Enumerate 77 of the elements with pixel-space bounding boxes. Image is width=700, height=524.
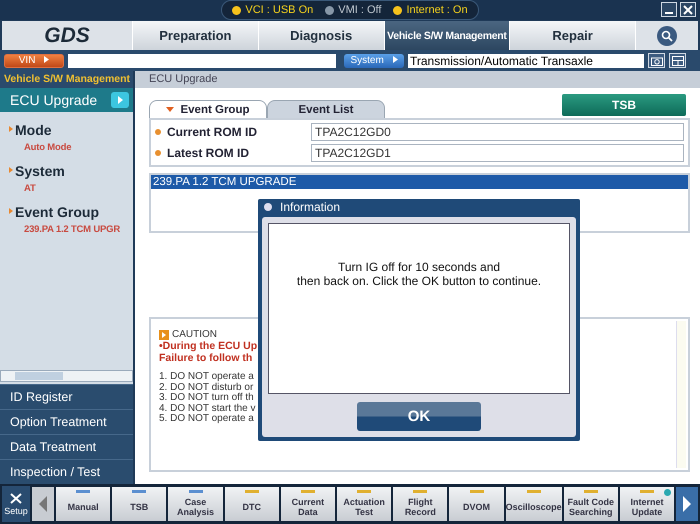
- caret-left-icon: [38, 495, 48, 513]
- field-label: Latest ROM ID: [167, 146, 250, 160]
- field-label: Current ROM ID: [167, 125, 258, 139]
- toolbar-button[interactable]: Fault Code Searching: [564, 487, 618, 521]
- rom-id-field[interactable]: TPA2C12GD1: [311, 144, 684, 162]
- setup-button[interactable]: Setup: [2, 486, 30, 522]
- search-icon: [661, 30, 673, 42]
- status-label: VCI : USB On: [245, 4, 314, 16]
- sidebar-item[interactable]: ID Register: [0, 384, 133, 409]
- caution-line: 5. DO NOT operate a: [159, 414, 254, 424]
- sidebar-item[interactable]: Inspection / Test: [0, 459, 133, 484]
- rom-id-field[interactable]: TPA2C12GD0: [311, 123, 684, 141]
- info-value: 239.PA 1.2 TCM UPGR: [23, 223, 121, 235]
- nav-tab[interactable]: Repair: [509, 21, 635, 50]
- dialog-message: then back on. Click the OK button to continue.: [296, 274, 542, 288]
- dialog-title: Information: [280, 200, 340, 214]
- scroll-right-button[interactable]: [676, 487, 698, 521]
- caution-title: CAUTION: [172, 329, 217, 340]
- logo: GDS: [43, 22, 91, 48]
- system-button[interactable]: System: [344, 54, 404, 68]
- toolbar-button[interactable]: Oscilloscope: [506, 487, 562, 521]
- info-value: AT: [23, 182, 37, 194]
- sidebar-item[interactable]: Option Treatment: [0, 409, 133, 434]
- tab[interactable]: Event Group: [149, 100, 267, 118]
- caution-line: 4. DO NOT start the v: [159, 404, 256, 414]
- toolbar-button[interactable]: Case Analysis: [168, 487, 223, 521]
- info-label: System: [0, 163, 133, 179]
- layout-icon[interactable]: [669, 53, 686, 68]
- current-menu-item[interactable]: ECU Upgrade: [0, 88, 133, 112]
- vin-field[interactable]: [68, 54, 336, 68]
- tab[interactable]: Event List: [267, 100, 385, 118]
- caution-line: 1. DO NOT operate a: [159, 372, 254, 382]
- toolbar-button[interactable]: TSB: [112, 487, 166, 521]
- minimize-button[interactable]: [661, 2, 677, 17]
- camera-icon[interactable]: [648, 53, 665, 68]
- info-value: Auto Mode: [23, 141, 72, 153]
- warning-text: •During the ECU Up: [159, 340, 258, 352]
- nav-tab[interactable]: Diagnosis: [258, 21, 384, 50]
- system-field[interactable]: Transmission/Automatic Transaxle: [408, 54, 644, 68]
- bullet-icon: [155, 129, 161, 135]
- tsb-button[interactable]: TSB: [562, 94, 686, 116]
- caution-icon: [159, 330, 169, 340]
- caution-line: 2. DO NOT disturb or: [159, 382, 254, 392]
- panel-title: ECU Upgrade: [135, 71, 700, 88]
- section-title: Vehicle S/W Management: [0, 71, 133, 88]
- nav-tab[interactable]: Vehicle S/W Management: [384, 21, 510, 50]
- caret-right-icon: [44, 56, 50, 63]
- info-label: Event Group: [0, 204, 133, 220]
- dialog-message: Turn IG off for 10 seconds and: [338, 260, 500, 274]
- scrollbar[interactable]: [0, 370, 133, 382]
- event-row[interactable]: 239.PA 1.2 TCM UPGRADE: [151, 175, 688, 189]
- ok-button[interactable]: OK: [357, 402, 481, 431]
- info-label: Mode: [0, 122, 133, 138]
- toolbar-button[interactable]: Actuation Test: [337, 487, 392, 521]
- status-label: VMI : Off: [338, 4, 382, 16]
- caution-line: 3. DO NOT turn off th: [159, 393, 254, 404]
- toolbar-button[interactable]: DVOM: [449, 487, 504, 521]
- caret-down-icon: [166, 106, 174, 112]
- status-label: Internet : On: [406, 4, 468, 16]
- search-button[interactable]: [657, 26, 677, 46]
- caret-right-icon: [392, 56, 398, 63]
- minimize-icon: [665, 12, 673, 14]
- toolbar-button[interactable]: Flight Record: [393, 487, 448, 521]
- bullet-icon: [155, 150, 161, 156]
- toolbar-button[interactable]: Internet Update: [620, 487, 674, 521]
- warning-text: Failure to follow th: [159, 352, 252, 364]
- toolbar-button[interactable]: Manual: [56, 487, 110, 521]
- sidebar-item[interactable]: Data Treatment: [0, 434, 133, 459]
- close-button[interactable]: [680, 2, 696, 17]
- dialog-icon: [264, 203, 272, 211]
- nav-tab[interactable]: Preparation: [132, 21, 258, 50]
- scroll-left-button[interactable]: [32, 487, 54, 521]
- caret-right-icon: [682, 495, 692, 513]
- toolbar-button[interactable]: DTC: [224, 487, 279, 521]
- tools-icon: [9, 492, 23, 504]
- close-icon: [683, 4, 693, 14]
- toolbar-button[interactable]: Current Data: [280, 487, 336, 521]
